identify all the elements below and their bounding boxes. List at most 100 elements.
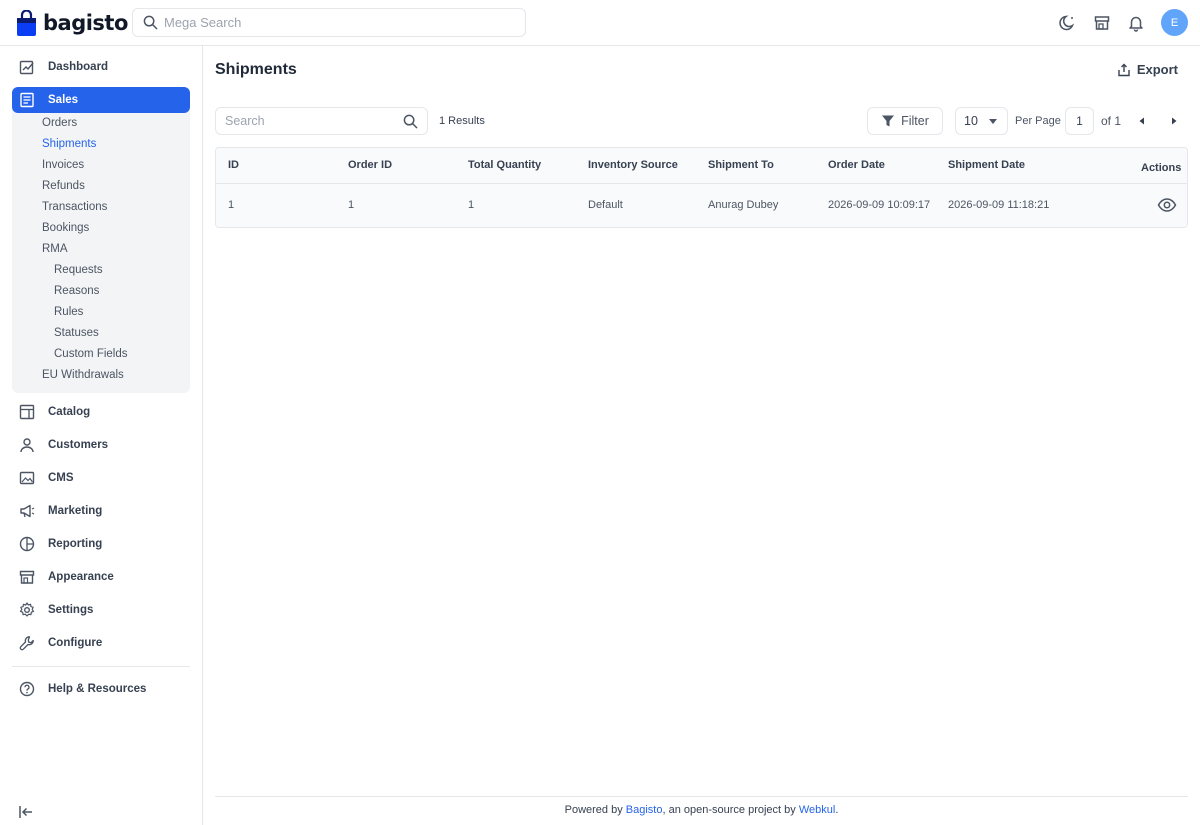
sidebar-item-label: Configure [48,637,103,649]
sidebar-subitem-requests[interactable]: Requests [54,264,103,276]
cell-order-date: 2026-09-09 10:09:17 [828,199,931,211]
sidebar-item-appearance[interactable]: Appearance [12,564,190,590]
logo-text: bagisto [43,11,128,35]
search-icon[interactable] [403,114,418,129]
footer-middle: , an open-source project by [662,804,799,816]
column-header-order-date[interactable]: Order Date [828,159,885,171]
sidebar-item-label: Appearance [48,571,114,583]
column-header-actions: Actions [1141,162,1182,174]
collapse-sidebar-button[interactable] [17,803,35,821]
cell-total-quantity: 1 [468,199,475,211]
sidebar-item-label: Catalog [48,406,91,418]
column-header-shipment-date[interactable]: Shipment Date [948,159,1025,171]
user-avatar[interactable]: E [1161,9,1188,36]
export-icon [1118,63,1130,76]
sidebar-subitem-transactions[interactable]: Transactions [42,201,107,213]
table-row: 1 1 1 Default Anurag Dubey 2026-09-09 10… [216,184,1187,227]
column-header-shipment-to[interactable]: Shipment To [708,159,774,171]
sidebar-subitem-statuses[interactable]: Statuses [54,327,99,339]
filter-label: Filter [901,114,929,128]
table-header: ID Order ID Total Quantity Inventory Sou… [216,148,1187,184]
notifications-button[interactable] [1123,10,1149,36]
sidebar-subitem-bookings[interactable]: Bookings [42,222,89,234]
per-page-label: Per Page [1015,115,1061,127]
sidebar-item-customers[interactable]: Customers [12,432,190,458]
sidebar-subitem-orders[interactable]: Orders [42,117,77,129]
sidebar-subitem-invoices[interactable]: Invoices [42,159,84,171]
sidebar-item-label: Reporting [48,538,103,550]
catalog-icon [19,404,35,420]
webkul-link[interactable]: Webkul [799,804,835,816]
sales-icon [20,92,34,108]
sidebar-subitem-shipments[interactable]: Shipments [42,138,96,150]
datagrid-search[interactable] [215,107,428,135]
sidebar-subitem-refunds[interactable]: Refunds [42,180,85,192]
sidebar-item-help[interactable]: Help & Resources [12,676,190,702]
sidebar-item-marketing[interactable]: Marketing [12,498,190,524]
column-header-total-quantity[interactable]: Total Quantity [468,159,541,171]
shipments-table: ID Order ID Total Quantity Inventory Sou… [215,147,1188,228]
dark-mode-toggle[interactable] [1055,10,1081,36]
top-bar: bagisto E [0,0,1200,46]
column-header-order-id[interactable]: Order ID [348,159,392,171]
storefront-link[interactable] [1089,10,1115,36]
cell-id: 1 [228,199,235,211]
export-button[interactable]: Export [1117,62,1178,77]
mega-search[interactable] [132,8,526,37]
per-page-select[interactable]: 10 [955,107,1008,135]
sidebar-item-label: Customers [48,439,109,451]
sidebar-item-catalog[interactable]: Catalog [12,399,190,425]
sidebar-item-label: Sales [48,94,79,106]
column-header-inventory-source[interactable]: Inventory Source [588,159,678,171]
storefront-icon [19,570,35,584]
mega-search-input[interactable] [164,15,504,30]
sidebar: Dashboard Sales Orders Shipments Invoice… [0,46,203,825]
footer: Powered by Bagisto, an open-source proje… [215,804,1188,816]
cell-inventory-source: Default [588,199,623,211]
gear-icon [19,602,35,617]
column-header-id[interactable]: ID [228,159,239,171]
logo[interactable]: bagisto [16,8,128,38]
sidebar-item-label: Marketing [48,505,103,517]
per-page-value: 10 [964,114,978,128]
search-icon [143,15,158,30]
wrench-icon [19,636,34,651]
filter-button[interactable]: Filter [867,107,943,135]
next-page-icon[interactable] [1169,116,1179,126]
sidebar-item-configure[interactable]: Configure [12,630,190,656]
datagrid-search-input[interactable] [225,114,395,128]
sidebar-item-reporting[interactable]: Reporting [12,531,190,557]
previous-page-icon[interactable] [1137,116,1147,126]
cell-order-id: 1 [348,199,355,211]
sidebar-subitem-eu-withdrawals[interactable]: EU Withdrawals [42,369,124,381]
moon-icon [1059,15,1075,30]
user-icon [20,438,34,453]
sidebar-item-label: Help & Resources [48,683,147,695]
shopping-bag-icon [17,9,36,36]
sidebar-item-label: Dashboard [48,61,109,73]
cell-shipment-date: 2026-09-09 11:18:21 [948,199,1050,211]
sidebar-subitem-rma[interactable]: RMA [42,243,68,255]
footer-prefix: Powered by [564,804,626,816]
sidebar-item-settings[interactable]: Settings [12,597,190,623]
bagisto-link[interactable]: Bagisto [626,804,663,816]
store-icon [1094,15,1110,30]
help-icon [19,681,35,697]
dashboard-icon [19,60,34,75]
sidebar-item-cms[interactable]: CMS [12,465,190,491]
sidebar-subitem-custom-fields[interactable]: Custom Fields [54,348,128,360]
megaphone-icon [20,504,35,518]
eye-icon[interactable] [1157,197,1177,213]
sidebar-item-sales[interactable]: Sales [12,87,190,113]
sidebar-subitem-rules[interactable]: Rules [54,306,83,318]
sidebar-item-label: Settings [48,604,94,616]
page-number-input[interactable]: 1 [1065,107,1094,135]
sidebar-item-dashboard[interactable]: Dashboard [12,54,190,80]
sidebar-divider [12,666,190,667]
footer-suffix: . [835,804,839,816]
footer-divider [215,796,1188,797]
bell-icon [1129,16,1143,32]
cell-shipment-to: Anurag Dubey [708,199,779,211]
export-label: Export [1136,62,1178,77]
sidebar-subitem-reasons[interactable]: Reasons [54,285,99,297]
